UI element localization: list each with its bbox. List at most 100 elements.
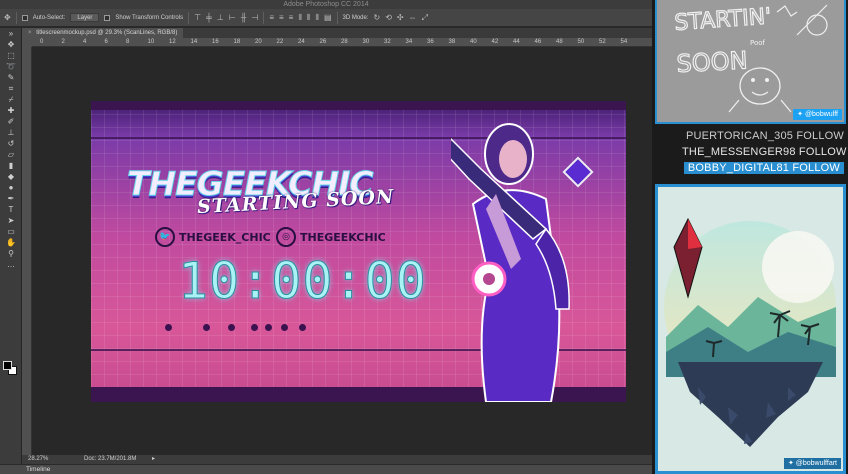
healing-brush-tool-icon[interactable]: ✚ [0, 105, 22, 116]
status-arrow-icon[interactable]: ▸ [152, 455, 155, 464]
quick-select-tool-icon[interactable]: ✎ [0, 72, 22, 83]
doc-size[interactable]: Doc: 23.7M/201.8M [84, 455, 136, 464]
distribute-left-icon[interactable]: ⦀ [298, 13, 302, 23]
distribute-center-icon[interactable]: ⦀ [307, 13, 311, 23]
twitter-handle-text: THEGEEK_CHIC [179, 230, 271, 244]
align-center-icon[interactable]: ╫ [241, 13, 247, 22]
ruler-tick-label: 16 [212, 39, 219, 45]
ruler-tick-label: 22 [276, 39, 284, 45]
ruler-tick-label: 32 [384, 39, 391, 45]
sketch-sparkle-icon [776, 5, 798, 17]
dodge-tool-icon[interactable]: ● [0, 182, 22, 193]
crop-tool-icon[interactable]: ⌗ [0, 83, 22, 94]
gradient-tool-icon[interactable]: ▮ [0, 160, 22, 171]
auto-select-dropdown[interactable]: Layer [70, 13, 100, 22]
document-tab[interactable]: × titlescreenmockup.psd @ 29.3% (ScanLin… [22, 28, 184, 38]
twitter-icon: ✦ [787, 460, 796, 467]
auto-select-checkbox[interactable] [21, 14, 28, 21]
ruler-tick-label: 34 [405, 39, 413, 45]
hand-tool-icon[interactable]: ✋ [0, 237, 22, 248]
twitter-handle: 🐦 THEGEEK_CHIC [155, 227, 271, 247]
art-credit-tag: ✦ @bobwulffart [783, 458, 841, 469]
sketch-character-icon [739, 67, 781, 105]
close-tab-icon[interactable]: × [28, 30, 32, 36]
3d-scale-icon[interactable]: ⤢ [422, 13, 428, 23]
ruler-tick-label: 30 [362, 39, 370, 45]
vertical-ruler[interactable] [22, 47, 32, 455]
document-tab-title: titlescreenmockup.psd @ 29.3% (ScanLines… [36, 30, 178, 36]
art-credit-text: @bobwulffart [795, 460, 837, 467]
align-bottom-icon[interactable]: ⊥ [217, 13, 224, 22]
progress-dot [228, 324, 235, 331]
photoshop-window: Adobe Photoshop CC 2014 ✥ Auto-Select: L… [0, 0, 652, 474]
ruler-tick-label: 4 [83, 39, 87, 45]
blur-tool-icon[interactable]: ◆ [0, 171, 22, 182]
more-tools-icon[interactable]: … [0, 259, 22, 270]
collapse-icon[interactable]: » [0, 28, 22, 39]
history-brush-tool-icon[interactable]: ↺ [0, 138, 22, 149]
path-select-tool-icon[interactable]: ➤ [0, 215, 22, 226]
ruler-origin[interactable] [22, 38, 32, 47]
align-right-icon[interactable]: ⊣ [251, 13, 258, 22]
rectangle-tool-icon[interactable]: ▭ [0, 226, 22, 237]
distribute-bottom-icon[interactable]: ≡ [289, 13, 294, 22]
align-top-icon[interactable]: ⊤ [194, 13, 201, 22]
clone-stamp-tool-icon[interactable]: ⊥ [0, 127, 22, 138]
countdown-timer: 10:00:00 [178, 252, 427, 310]
sketch-stick-icon [796, 4, 828, 36]
marquee-tool-icon[interactable]: ⬚ [0, 50, 22, 61]
align-middle-icon[interactable]: ╪ [206, 13, 212, 22]
move-tool-icon[interactable]: ✥ [0, 39, 22, 50]
follower-item-text: BOBBY_DIGITAL81 FOLLOW [683, 162, 844, 174]
instagram-icon: ◎ [276, 227, 296, 247]
distribute-middle-icon[interactable]: ≡ [279, 13, 284, 22]
sketch-credit-text: @bobwulff [804, 111, 838, 118]
ruler-tick-label: 40 [470, 39, 477, 45]
zoom-level[interactable]: 28.27% [28, 455, 48, 464]
stream-overlay-column: STARTIN' SOON Poof ✦ @bobwulff PUERTORIC… [652, 0, 848, 474]
follower-list: PUERTORICAN_305 FOLLOW THE_MESSENGER98 F… [682, 128, 847, 176]
distribute-top-icon[interactable]: ≡ [269, 13, 274, 22]
ruler-tick-label: 14 [190, 39, 198, 45]
brush-tool-icon[interactable]: ✐ [0, 116, 22, 127]
ruler-tick-label: 42 [491, 39, 499, 45]
pen-tool-icon[interactable]: ✒ [0, 193, 22, 204]
3d-roll-icon[interactable]: ⟲ [385, 13, 392, 22]
ruler-tick-label: 12 [169, 39, 176, 45]
instagram-handle-text: THEGEEKCHIC [300, 230, 386, 244]
follower-item: PUERTORICAN_305 FOLLOW [685, 130, 844, 142]
progress-dot [165, 324, 172, 331]
timeline-panel-tab[interactable]: Timeline [0, 464, 652, 474]
lasso-tool-icon[interactable]: ➰ [0, 61, 22, 72]
zoom-tool-icon[interactable]: ⚲ [0, 248, 22, 259]
document-canvas[interactable]: THEGEEKCHIC STARTING SOON 🐦 THEGEEK_CHIC… [91, 101, 626, 402]
ruler-tick-label: 10 [147, 39, 155, 45]
3d-rotate-icon[interactable]: ↻ [374, 13, 381, 22]
align-left-icon[interactable]: ⊢ [229, 13, 236, 22]
ruler-tick-label: 0 [40, 39, 44, 45]
eraser-tool-icon[interactable]: ▱ [0, 149, 22, 160]
follower-item: THE_MESSENGER98 FOLLOW [682, 146, 847, 158]
ruler-tick-label: 26 [319, 39, 327, 45]
twitter-icon: 🐦 [155, 227, 175, 247]
options-bar: ✥ Auto-Select: Layer Show Transform Cont… [0, 9, 652, 27]
window-title: Adobe Photoshop CC 2014 [0, 0, 652, 9]
move-tool-icon[interactable]: ✥ [4, 13, 11, 22]
foreground-color-swatch[interactable] [3, 361, 12, 370]
distribute-right-icon[interactable]: ⦀ [315, 13, 319, 23]
planet-icon [762, 231, 834, 303]
auto-align-icon[interactable]: ▤ [324, 13, 332, 22]
ruler-tick-label: 2 [61, 39, 65, 45]
sketch-drawing: STARTIN' SOON Poof [673, 4, 828, 113]
sketch-text-soon: SOON [676, 46, 748, 78]
ruler-tick-label: 38 [448, 39, 456, 45]
transform-controls-checkbox[interactable] [104, 14, 111, 21]
type-tool-icon[interactable]: T [0, 204, 22, 215]
3d-slide-icon[interactable]: ⇔ [409, 13, 417, 22]
3d-pan-icon[interactable]: ✣ [397, 13, 404, 22]
sketch-face-icon [806, 14, 828, 36]
eyedropper-tool-icon[interactable]: ⌿ [0, 94, 22, 105]
horizontal-ruler[interactable]: 0 2 4 6 8 10 12 14 16 18 20 22 24 26 28 30 32 34 36 38 40 42 4… [32, 38, 652, 47]
divider [15, 11, 17, 24]
divider [188, 11, 190, 24]
